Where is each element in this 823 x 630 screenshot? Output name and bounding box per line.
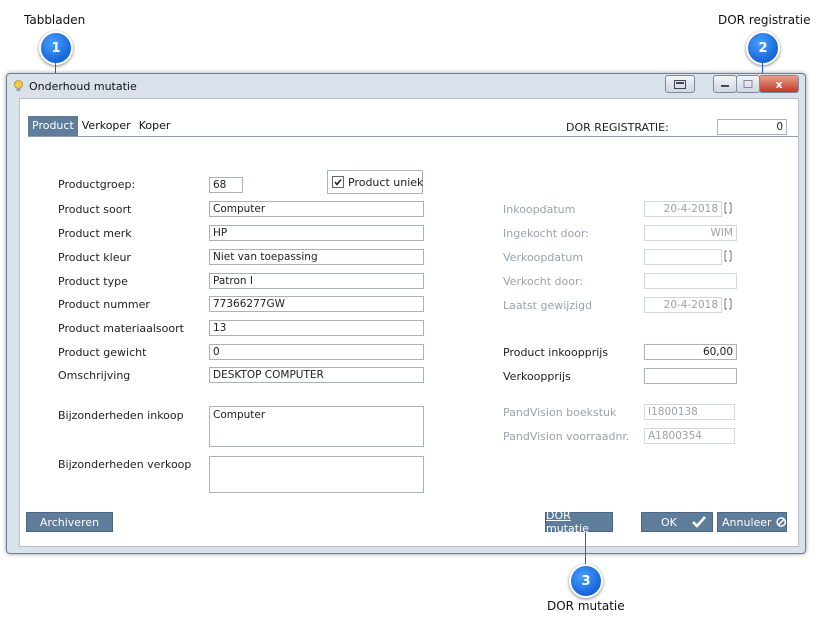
productgroep-label: Productgroep:: [58, 178, 136, 191]
pandvision-voorraadnr-field[interactable]: A1800354: [644, 428, 735, 444]
callout-2-badge: 2: [746, 31, 780, 65]
product-gewicht-label: Product gewicht: [58, 346, 147, 359]
callout-3-text: DOR mutatie: [547, 599, 625, 613]
callout-3-badge: 3: [569, 564, 603, 598]
product-kleur-label: Product kleur: [58, 251, 131, 264]
window-layout-icon: [674, 79, 686, 89]
checkmark-icon: [334, 179, 342, 186]
product-inkoopprijs-field[interactable]: 60,00: [644, 344, 737, 360]
cancel-icon: [775, 517, 786, 527]
close-button[interactable]: x: [759, 75, 799, 93]
tab-verkoper[interactable]: Verkoper: [78, 116, 135, 136]
laatst-gewijzigd-label: Laatst gewijzigd: [503, 299, 593, 312]
verkocht-door-label: Verkocht door:: [503, 275, 583, 288]
product-nummer-label: Product nummer: [58, 298, 150, 311]
window-title: Onderhoud mutatie: [29, 80, 137, 93]
product-inkoopprijs-label: Product inkoopprijs: [503, 346, 609, 359]
bijzonderheden-verkoop-field[interactable]: [209, 456, 424, 493]
tab-divider: [28, 136, 798, 137]
pandvision-boekstuk-field[interactable]: I1800138: [644, 404, 735, 420]
verkoopprijs-label: Verkoopprijs: [503, 370, 571, 383]
close-icon: x: [775, 77, 783, 91]
calendar-icon[interactable]: [722, 298, 734, 310]
omschrijving-label: Omschrijving: [58, 369, 131, 382]
product-kleur-field[interactable]: Niet van toepassing: [209, 249, 424, 265]
product-gewicht-field[interactable]: 0: [209, 344, 424, 360]
minimize-icon: [721, 85, 729, 87]
archiveren-button[interactable]: Archiveren: [26, 512, 113, 532]
product-materiaalsoort-label: Product materiaalsoort: [58, 322, 184, 335]
inkoopdatum-field[interactable]: 20-4-2018: [644, 201, 722, 217]
verkoopdatum-label: Verkoopdatum: [503, 251, 584, 264]
product-nummer-field[interactable]: 77366277GW: [209, 296, 424, 312]
laatst-gewijzigd-field[interactable]: 20-4-2018: [644, 297, 722, 313]
callout-2-text: DOR registratie: [718, 13, 811, 27]
callout-1-badge: 1: [39, 31, 73, 65]
checkmark-icon: [691, 516, 706, 528]
dor-mutatie-button[interactable]: DOR mutatie: [545, 509, 613, 535]
product-materiaalsoort-field[interactable]: 13: [209, 320, 424, 336]
minimize-button[interactable]: [713, 75, 737, 93]
product-merk-field[interactable]: HP: [209, 225, 424, 241]
verkoopprijs-field[interactable]: [644, 368, 737, 384]
title-bar: Onderhoud mutatie x: [7, 74, 805, 98]
maximize-button[interactable]: [736, 75, 760, 93]
product-soort-field[interactable]: Computer: [209, 201, 424, 217]
tab-product[interactable]: Product: [28, 116, 78, 136]
annuleer-button[interactable]: Annuleer: [717, 512, 787, 532]
annuleer-label: Annuleer: [722, 515, 772, 529]
tab-koper[interactable]: Koper: [135, 116, 175, 136]
dor-registratie-label: DOR REGISTRATIE:: [566, 121, 669, 134]
product-soort-label: Product soort: [58, 203, 132, 216]
product-type-field[interactable]: Patron I: [209, 273, 424, 289]
ingekocht-door-label: Ingekocht door:: [503, 227, 589, 240]
bijzonderheden-inkoop-field[interactable]: Computer: [209, 406, 424, 447]
pandvision-voorraadnr-label: PandVision voorraadnr.: [503, 430, 630, 443]
productgroep-field[interactable]: 68: [209, 177, 243, 193]
callout-1-text: Tabbladen: [24, 13, 86, 27]
calendar-icon[interactable]: [722, 202, 734, 214]
callout-3-line: [585, 532, 586, 566]
bijzonderheden-inkoop-label: Bijzonderheden inkoop: [58, 409, 184, 422]
bijzonderheden-verkoop-label: Bijzonderheden verkoop: [58, 458, 192, 471]
inkoopdatum-label: Inkoopdatum: [503, 203, 576, 216]
product-uniek-checkbox[interactable]: [332, 176, 344, 188]
dor-registratie-field[interactable]: 0: [717, 119, 787, 135]
product-uniek-label: Product uniek: [348, 176, 424, 189]
product-merk-label: Product merk: [58, 227, 132, 240]
maximize-icon: [743, 80, 753, 88]
app-bulb-icon: [13, 80, 24, 92]
product-type-label: Product type: [58, 275, 128, 288]
verkocht-door-field[interactable]: [644, 273, 737, 289]
pandvision-boekstuk-label: PandVision boekstuk: [503, 406, 617, 419]
window-extra-button[interactable]: [665, 75, 695, 93]
ok-label: OK: [661, 515, 677, 529]
verkoopdatum-field[interactable]: [644, 249, 722, 265]
tab-bar: Product Verkoper Koper: [28, 116, 174, 136]
calendar-icon[interactable]: [722, 250, 734, 262]
ingekocht-door-field[interactable]: WIM: [644, 225, 737, 241]
ok-button[interactable]: OK: [641, 512, 713, 532]
omschrijving-field[interactable]: DESKTOP COMPUTER: [209, 367, 424, 383]
